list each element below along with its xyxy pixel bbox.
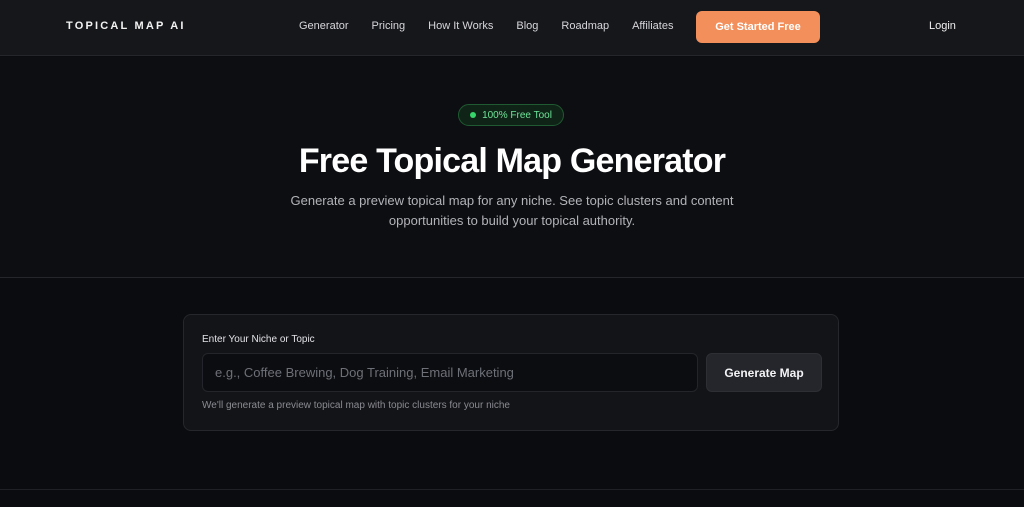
nav-link-generator[interactable]: Generator <box>299 20 349 32</box>
badge-label: 100% Free Tool <box>482 109 552 121</box>
nav-link-blog[interactable]: Blog <box>516 20 538 32</box>
main-nav: Generator Pricing How It Works Blog Road… <box>299 20 696 32</box>
status-dot-icon <box>470 112 477 118</box>
helper-text: We'll generate a preview topical map wit… <box>202 400 510 411</box>
niche-input[interactable] <box>202 353 698 392</box>
generator-form-card: Enter Your Niche or Topic Generate Map W… <box>183 314 839 431</box>
nav-link-how-it-works[interactable]: How It Works <box>428 20 493 32</box>
nav-link-affiliates[interactable]: Affiliates <box>632 20 673 32</box>
free-tool-badge: 100% Free Tool <box>458 104 564 126</box>
hero-subtitle: Generate a preview topical map for any n… <box>290 193 734 228</box>
get-started-button[interactable]: Get Started Free <box>696 11 820 43</box>
nav-link-pricing[interactable]: Pricing <box>372 20 406 32</box>
nav-link-roadmap[interactable]: Roadmap <box>561 20 609 32</box>
page-title: Free Topical Map Generator <box>298 142 726 180</box>
site-logo[interactable]: TOPICAL MAP AI <box>66 20 186 32</box>
login-link[interactable]: Login <box>929 20 956 32</box>
generate-map-button[interactable]: Generate Map <box>706 353 822 392</box>
niche-input-label: Enter Your Niche or Topic <box>202 334 315 345</box>
section-divider <box>0 489 1024 490</box>
top-navbar: TOPICAL MAP AI Generator Pricing How It … <box>0 0 1024 56</box>
